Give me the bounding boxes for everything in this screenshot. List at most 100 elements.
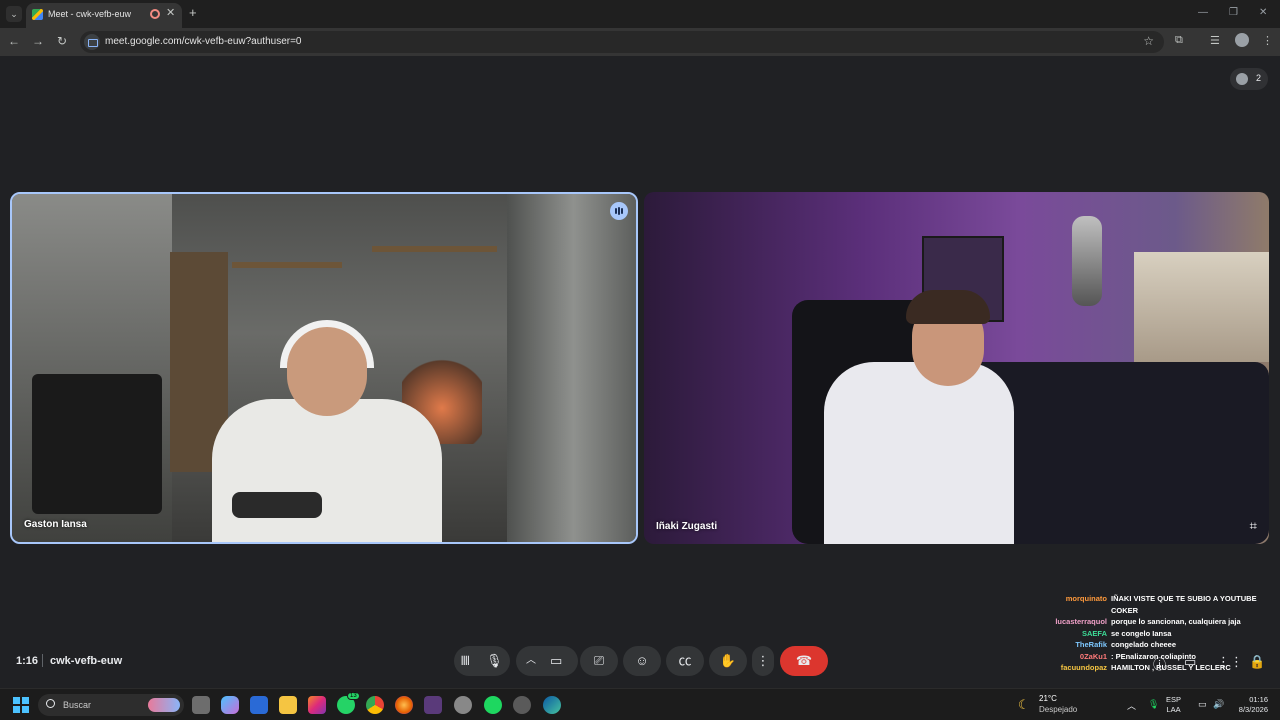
chat-username: lucasterraquol (1055, 617, 1107, 626)
app-icon[interactable] (513, 696, 531, 714)
person-shirt (212, 399, 442, 542)
browser-tab[interactable]: Meet - cwk-vefb-euw ✕ (26, 3, 182, 28)
window (1134, 252, 1269, 362)
chat-username: morquinato (1065, 594, 1107, 603)
file-explorer-icon[interactable] (279, 696, 297, 714)
instagram-icon[interactable] (308, 696, 326, 714)
system-clock[interactable]: 01:16 8/3/2026 (1230, 695, 1268, 715)
chat-message: SAEFA se congelo Iansa (1030, 628, 1270, 640)
windows-taskbar: Buscar 13 ☾ 21°C Despejado ︿ 🎙 ESP LAA ▭… (0, 688, 1280, 720)
spotify-icon[interactable] (484, 696, 502, 714)
chat-text: IÑAKI VISTE QUE TE SUBIO A YOUTUBE COKER (1111, 594, 1257, 615)
participant-name: Iñaki Zugasti (656, 521, 718, 532)
divider (42, 654, 43, 667)
video-tile-inaki[interactable]: Iñaki Zugasti ⌗ (644, 192, 1269, 544)
browser-tab-bar: ⌄ Meet - cwk-vefb-euw ✕ + — ❐ ✕ (0, 0, 1280, 28)
copilot-icon[interactable] (221, 696, 239, 714)
present-screen-icon: ⎚ (593, 653, 605, 668)
speaking-indicator-icon (610, 202, 628, 220)
recording-indicator-icon (150, 9, 160, 19)
tray-overflow-icon[interactable]: ︿ (1127, 699, 1136, 712)
phone (232, 492, 322, 518)
store-icon[interactable] (250, 696, 268, 714)
reading-list-icon[interactable]: ☰ (1210, 34, 1220, 47)
volume-icon[interactable]: 🔊 (1213, 699, 1224, 710)
person-shirt (824, 362, 1014, 544)
chat-message: TheRafik congelado cheeee (1030, 639, 1270, 651)
minimize-button[interactable]: — (1198, 7, 1208, 18)
meeting-time: 1:16 (16, 655, 39, 667)
tab-search-button[interactable]: ⌄ (6, 6, 22, 22)
new-tab-button[interactable]: + (189, 6, 197, 20)
reactions-button[interactable]: ☺ (623, 646, 661, 676)
bookmark-star-icon[interactable]: ☆ (1143, 34, 1154, 48)
leave-call-button[interactable]: ☎ (780, 646, 828, 676)
raise-hand-button[interactable]: ✋ (709, 646, 747, 676)
windows-start-icon[interactable] (13, 697, 29, 713)
browser-toolbar: ← → ↻ meet.google.com/cwk-vefb-euw?authu… (0, 28, 1280, 56)
neon-sign-logo (794, 230, 874, 244)
present-screen-button[interactable]: ⎚ (580, 646, 618, 676)
emoji-icon: ☺ (635, 653, 649, 668)
weather-temperature: 21°C (1039, 694, 1057, 703)
chat-text: congelado cheeee (1111, 640, 1177, 649)
back-icon[interactable]: ← (6, 34, 22, 48)
forward-icon[interactable]: → (30, 34, 46, 48)
reload-icon[interactable]: ↻ (54, 34, 70, 48)
crop-frame-icon[interactable]: ⌗ (1250, 518, 1257, 534)
close-window-button[interactable]: ✕ (1259, 7, 1267, 18)
participant-name: Gaston Iansa (24, 519, 87, 530)
meet-favicon-icon (32, 9, 43, 20)
restore-button[interactable]: ❐ (1229, 7, 1238, 18)
chat-username: SAEFA (1081, 628, 1107, 638)
sim-rig (32, 374, 162, 514)
activities-icon[interactable]: ⋮⋮ (1217, 654, 1243, 670)
shelf (232, 262, 342, 268)
chat-username: TheRafik (1075, 640, 1107, 649)
chat-icon[interactable]: ▭ (1184, 654, 1196, 670)
camera-control[interactable]: ︿ ▭ (516, 646, 578, 676)
language-indicator[interactable]: ESP LAA (1166, 695, 1181, 715)
site-info-icon[interactable] (84, 34, 100, 50)
chat-text: se congelo Iansa (1111, 628, 1172, 638)
info-icon[interactable]: ⓘ (1153, 654, 1166, 673)
chevron-up-icon[interactable]: ︿ (526, 646, 536, 676)
chrome-icon[interactable] (366, 696, 384, 714)
tab-title: Meet - cwk-vefb-euw (48, 9, 132, 19)
video-tile-gaston[interactable]: Gaston Iansa (10, 192, 638, 544)
edge-icon[interactable] (543, 696, 561, 714)
camera-icon[interactable]: ▭ (550, 646, 562, 676)
whatsapp-icon[interactable]: 13 (337, 692, 360, 714)
meeting-code: cwk-vefb-euw (50, 655, 123, 667)
settings-gear-icon[interactable] (454, 696, 472, 714)
task-view-icon[interactable] (192, 696, 210, 714)
taskbar-search[interactable]: Buscar (38, 694, 184, 716)
profile-avatar[interactable] (1235, 33, 1249, 47)
chat-message: morquinato IÑAKI VISTE QUE TE SUBIO A YOU… (1030, 593, 1270, 616)
extensions-icon[interactable]: ⧉ (1175, 34, 1183, 47)
clock-date: 8/3/2026 (1238, 705, 1268, 714)
microphone-in-use-icon[interactable]: 🎙 (1148, 699, 1159, 710)
shelf (372, 246, 497, 252)
captions-button[interactable]: ㏄ (666, 646, 704, 676)
keyboard-layout: LAA (1166, 705, 1181, 714)
url-text: meet.google.com/cwk-vefb-euw?authuser=0 (105, 36, 302, 47)
close-tab-icon[interactable]: ✕ (166, 6, 175, 19)
host-controls-icon[interactable]: 🔒 (1249, 654, 1265, 670)
hand-icon: ✋ (719, 653, 737, 668)
search-placeholder: Buscar (63, 700, 92, 710)
obs-icon[interactable] (424, 696, 442, 714)
meet-stage: 2 Gaston Iansa Iñaki Zugasti ⌗ morquinat… (0, 56, 1280, 688)
microphone-control[interactable]: 𝍬 🎙 (454, 646, 510, 676)
participants-button[interactable]: 2 (1230, 68, 1268, 90)
microphone-icon[interactable]: 🎙 (486, 646, 503, 676)
network-icon[interactable]: ▭ (1198, 699, 1207, 710)
audio-level-icon: 𝍬 (461, 653, 470, 668)
more-options-button[interactable]: ⋮ (752, 646, 774, 676)
address-bar[interactable]: meet.google.com/cwk-vefb-euw?authuser=0 … (80, 31, 1164, 53)
moon-icon: ☾ (1018, 697, 1030, 712)
browser-menu-icon[interactable]: ⋮ (1262, 34, 1273, 47)
helmet-rack (1072, 216, 1102, 306)
chat-message: lucasterraquol porque lo sancionan, cualq… (1030, 616, 1270, 628)
firefox-icon[interactable] (395, 696, 413, 714)
